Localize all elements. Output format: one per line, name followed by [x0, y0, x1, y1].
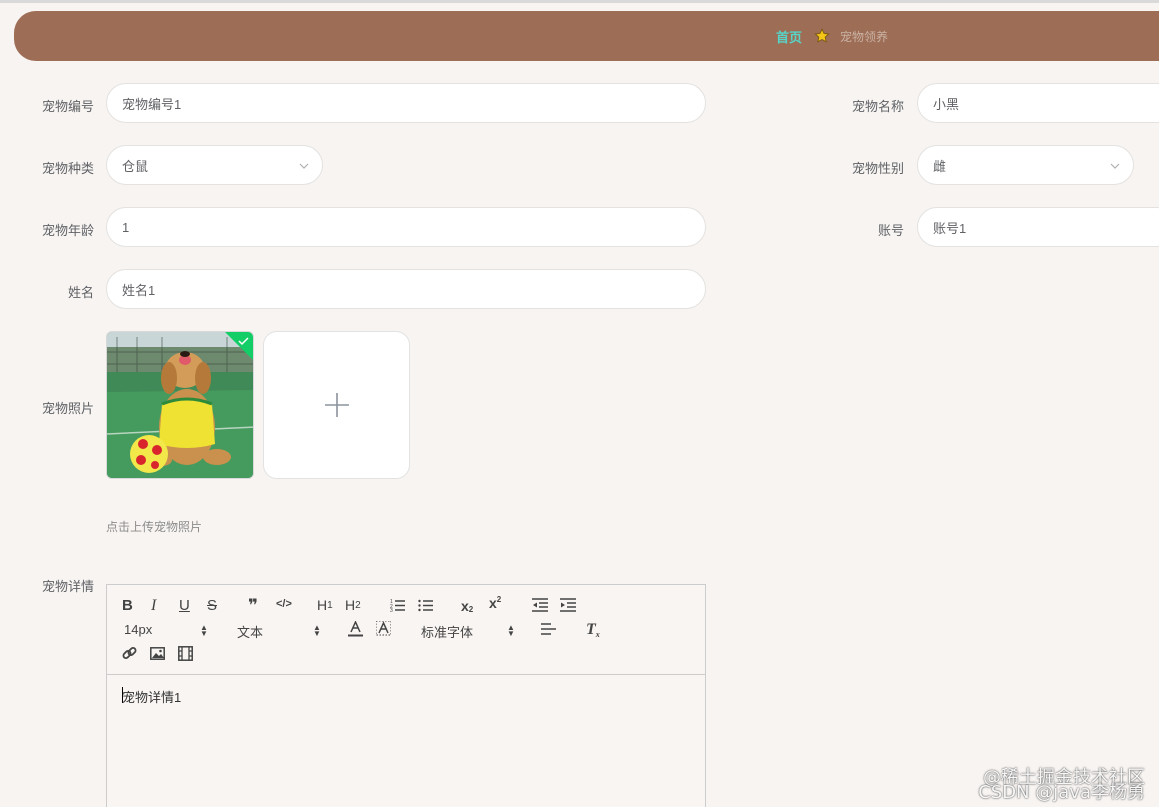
upload-add-button[interactable] — [263, 331, 410, 479]
name-value: 姓名1 — [122, 282, 156, 298]
pet-name-input[interactable]: 小黑 — [917, 83, 1159, 123]
blockquote-icon[interactable]: ❞ — [248, 596, 258, 616]
pet-gender-value: 雌 — [933, 158, 947, 174]
editor-toolbar: B I U S ❞ </> H1 H2 123 x2 x2 14px ▲ ▼ 文本… — [107, 585, 705, 675]
pet-gender-label: 宠物性别 — [851, 161, 904, 176]
account-input[interactable]: 账号1 — [917, 207, 1159, 247]
outdent-icon[interactable] — [532, 598, 548, 612]
link-icon[interactable] — [122, 646, 137, 661]
background-color-icon[interactable] — [376, 621, 391, 637]
code-block-icon[interactable]: </> — [276, 598, 292, 610]
superscript-icon[interactable]: x2 — [489, 595, 501, 611]
uploaded-pet-photo[interactable] — [106, 331, 254, 479]
heading-1-icon[interactable]: H1 — [317, 597, 333, 613]
header-bar: 首页 宠物领养 — [14, 11, 1159, 61]
breadcrumb: 首页 宠物领养 — [776, 11, 888, 61]
account-value: 账号1 — [933, 220, 967, 236]
subscript-icon[interactable]: x2 — [461, 598, 473, 614]
font-family-select[interactable]: 标准字体 — [421, 622, 473, 641]
chevron-down-icon — [1110, 163, 1120, 169]
italic-icon[interactable]: I — [151, 597, 156, 615]
breadcrumb-home[interactable]: 首页 — [776, 27, 802, 46]
pet-age-input[interactable]: 1 — [106, 207, 706, 247]
font-family-arrows-icon: ▲ ▼ — [507, 623, 515, 638]
breadcrumb-current: 宠物领养 — [840, 29, 889, 44]
star-icon — [814, 28, 830, 44]
top-border — [0, 0, 1159, 3]
svg-text:3: 3 — [390, 608, 393, 612]
pet-name-label: 宠物名称 — [851, 99, 904, 114]
bullet-list-icon[interactable] — [418, 598, 433, 612]
video-icon[interactable] — [178, 646, 193, 661]
plus-icon — [324, 393, 349, 417]
font-size-arrows-icon: ▲ ▼ — [200, 623, 208, 638]
watermark-csdn: CSDN @java李杨勇 — [978, 782, 1145, 803]
pet-name-value: 小黑 — [933, 96, 960, 112]
indent-icon[interactable] — [560, 598, 576, 612]
clear-format-icon[interactable]: Tx — [586, 621, 600, 639]
photo-label: 宠物照片 — [41, 401, 94, 416]
pet-no-input[interactable]: 宠物编号1 — [106, 83, 706, 123]
pet-age-value: 1 — [122, 219, 130, 235]
dog-photo-image — [107, 332, 253, 478]
font-size-select[interactable]: 14px — [124, 622, 152, 637]
pet-type-select[interactable]: 仓鼠 — [106, 145, 323, 185]
name-label: 姓名 — [67, 285, 94, 300]
pet-age-label: 宠物年龄 — [41, 223, 94, 238]
pet-no-value: 宠物编号1 — [122, 96, 182, 112]
underline-icon[interactable]: U — [179, 597, 190, 614]
heading-2-icon[interactable]: H2 — [345, 597, 361, 613]
block-format-arrows-icon: ▲ ▼ — [313, 623, 321, 638]
name-input[interactable]: 姓名1 — [106, 269, 706, 309]
bold-icon[interactable]: B — [122, 597, 133, 614]
align-icon[interactable] — [541, 623, 556, 635]
photo-upload-tip: 点击上传宠物照片 — [106, 520, 203, 534]
details-label: 宠物详情 — [41, 579, 94, 594]
pet-gender-select[interactable]: 雌 — [917, 145, 1134, 185]
pet-type-value: 仓鼠 — [122, 158, 149, 174]
chevron-down-icon — [299, 163, 309, 169]
pet-type-label: 宠物种类 — [41, 161, 94, 176]
account-label: 账号 — [877, 223, 904, 238]
pet-no-label: 宠物编号 — [41, 99, 94, 114]
ordered-list-icon[interactable]: 123 — [390, 598, 405, 612]
strike-icon[interactable]: S — [207, 597, 217, 614]
block-format-select[interactable]: 文本 — [237, 622, 263, 641]
image-icon[interactable] — [150, 647, 165, 660]
rich-text-editor: B I U S ❞ </> H1 H2 123 x2 x2 14px ▲ ▼ 文本… — [106, 584, 706, 807]
editor-content[interactable]: 宠物详情1 — [122, 687, 181, 706]
font-color-icon[interactable] — [348, 621, 363, 637]
